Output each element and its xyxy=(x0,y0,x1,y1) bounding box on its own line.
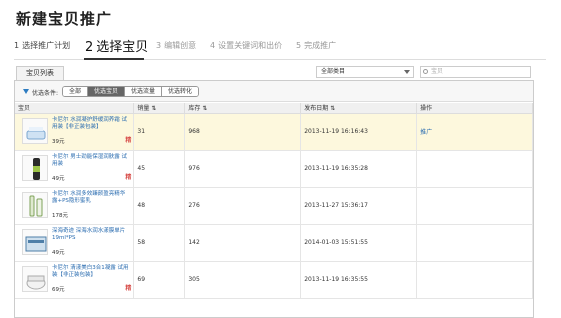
filter-option-best-products[interactable]: 优选宝贝 xyxy=(88,87,126,96)
product-panel: 优选条件: 全部 优选宝贝 优选流量 优选转化 宝贝 销量 ⇅ 库存 ⇅ 发布日期 ⇅… xyxy=(14,80,534,318)
search-icon xyxy=(423,69,428,74)
table-row[interactable]: 卡尼尔 水润凝护舒缓润养霜 试用装【非正装包装】 39元 精 31 968 20… xyxy=(15,113,533,151)
date-cell: 2013-11-19 16:35:28 xyxy=(300,150,418,188)
sales-cell: 48 xyxy=(133,187,186,225)
featured-badge: 精 xyxy=(125,136,132,144)
step-active-underline xyxy=(84,58,144,60)
product-thumbnail[interactable] xyxy=(22,117,48,144)
table-row[interactable]: 卡尼尔 水润多效臻颜盈亮精华露+PS隐形蜜乳 178元 48 276 2013-… xyxy=(15,187,533,225)
category-select[interactable]: 全部类目 xyxy=(316,66,414,78)
category-select-value: 全部类目 xyxy=(321,68,346,75)
stock-cell: 968 xyxy=(184,113,302,151)
step-2: 2 选择宝贝 xyxy=(85,40,149,55)
step-1: 1 选择推广计划 xyxy=(14,41,71,50)
date-cell: 2013-11-19 16:35:55 xyxy=(300,261,418,299)
product-thumbnail[interactable] xyxy=(22,265,48,292)
chevron-down-icon xyxy=(404,70,410,74)
page-title: 新建宝贝推广 xyxy=(16,10,113,28)
sales-cell: 58 xyxy=(133,224,186,262)
featured-badge: 精 xyxy=(125,284,132,292)
stock-cell: 142 xyxy=(184,224,302,262)
tab-product-list[interactable]: 宝贝列表 xyxy=(16,66,64,80)
product-table: 宝贝 销量 ⇅ 库存 ⇅ 发布日期 ⇅ 操作 卡尼尔 水润凝护舒缓润养霜 试用装【非正… xyxy=(15,103,533,299)
product-name-link[interactable]: 卡尼尔 水润凝护舒缓润养霜 试用装【非正装包装】 xyxy=(52,117,130,131)
column-header-sales[interactable]: 销量 ⇅ xyxy=(133,103,186,114)
product-name-link[interactable]: 卡尼尔 水润多效臻颜盈亮精华露+PS隐形蜜乳 xyxy=(52,191,130,205)
search-placeholder: 宝贝 xyxy=(431,68,444,75)
filter-option-best-conversion[interactable]: 优选转化 xyxy=(162,87,199,96)
step-4: 4 设置关键词和出价 xyxy=(210,41,283,50)
product-price: 69元 xyxy=(52,286,65,293)
date-cell: 2013-11-19 16:16:43 xyxy=(300,113,418,151)
stock-cell: 305 xyxy=(184,261,302,299)
promote-link[interactable]: 推广 xyxy=(420,129,432,136)
search-input[interactable]: 宝贝 xyxy=(420,66,531,78)
stock-cell: 976 xyxy=(184,150,302,188)
sort-arrow-icon: ⇅ xyxy=(151,105,157,113)
sales-cell: 31 xyxy=(133,113,186,151)
product-price: 39元 xyxy=(52,138,65,145)
step-indicator: 1 选择推广计划 2 选择宝贝 3 编辑创意 4 设置关键词和出价 5 完成推广 xyxy=(14,40,554,56)
column-header-action: 操作 xyxy=(416,103,533,114)
filter-option-all[interactable]: 全部 xyxy=(63,87,89,96)
product-thumbnail[interactable] xyxy=(22,191,48,218)
featured-badge: 精 xyxy=(125,173,132,181)
filter-options: 全部 优选宝贝 优选流量 优选转化 xyxy=(62,86,200,97)
product-name-link[interactable]: 深海奇迹 深海水润水漾膜单片19ml*PS xyxy=(52,228,130,242)
date-cell: 2013-11-27 15:36:17 xyxy=(300,187,418,225)
column-header-date[interactable]: 发布日期 ⇅ xyxy=(300,103,418,114)
sort-arrow-icon: ⇅ xyxy=(330,105,336,113)
column-header-product: 宝贝 xyxy=(15,103,135,114)
product-thumbnail[interactable] xyxy=(22,154,48,181)
product-price: 49元 xyxy=(52,249,65,256)
product-name-link[interactable]: 卡尼尔 男士劲能保湿润肤露 试用装 xyxy=(52,154,130,168)
filter-option-best-traffic[interactable]: 优选流量 xyxy=(125,87,163,96)
sort-arrow-icon: ⇅ xyxy=(202,105,208,113)
sales-cell: 45 xyxy=(133,150,186,188)
table-row[interactable]: 卡尼尔 男士劲能保湿润肤露 试用装 49元 精 45 976 2013-11-1… xyxy=(15,150,533,188)
filter-label: 优选条件: xyxy=(32,90,59,97)
product-name-link[interactable]: 卡尼尔 清漾美白3合1凝露 试用装【非正装包装】 xyxy=(52,265,130,279)
column-header-stock[interactable]: 库存 ⇅ xyxy=(184,103,302,114)
table-header-row: 宝贝 销量 ⇅ 库存 ⇅ 发布日期 ⇅ 操作 xyxy=(15,103,533,114)
step-5: 5 完成推广 xyxy=(296,41,337,50)
table-row[interactable]: 卡尼尔 清漾美白3合1凝露 试用装【非正装包装】 69元 精 69 305 20… xyxy=(15,261,533,299)
table-row[interactable]: 深海奇迹 深海水润水漾膜单片19ml*PS 49元 58 142 2014-01… xyxy=(15,224,533,262)
sales-cell: 69 xyxy=(133,261,186,299)
filter-icon xyxy=(23,89,29,94)
product-thumbnail[interactable] xyxy=(22,228,48,255)
date-cell: 2014-01-03 15:51:55 xyxy=(300,224,418,262)
product-price: 178元 xyxy=(52,212,68,219)
filter-bar: 优选条件: 全部 优选宝贝 优选流量 优选转化 xyxy=(15,81,533,102)
step-3: 3 编辑创意 xyxy=(156,41,197,50)
product-price: 49元 xyxy=(52,175,65,182)
stock-cell: 276 xyxy=(184,187,302,225)
